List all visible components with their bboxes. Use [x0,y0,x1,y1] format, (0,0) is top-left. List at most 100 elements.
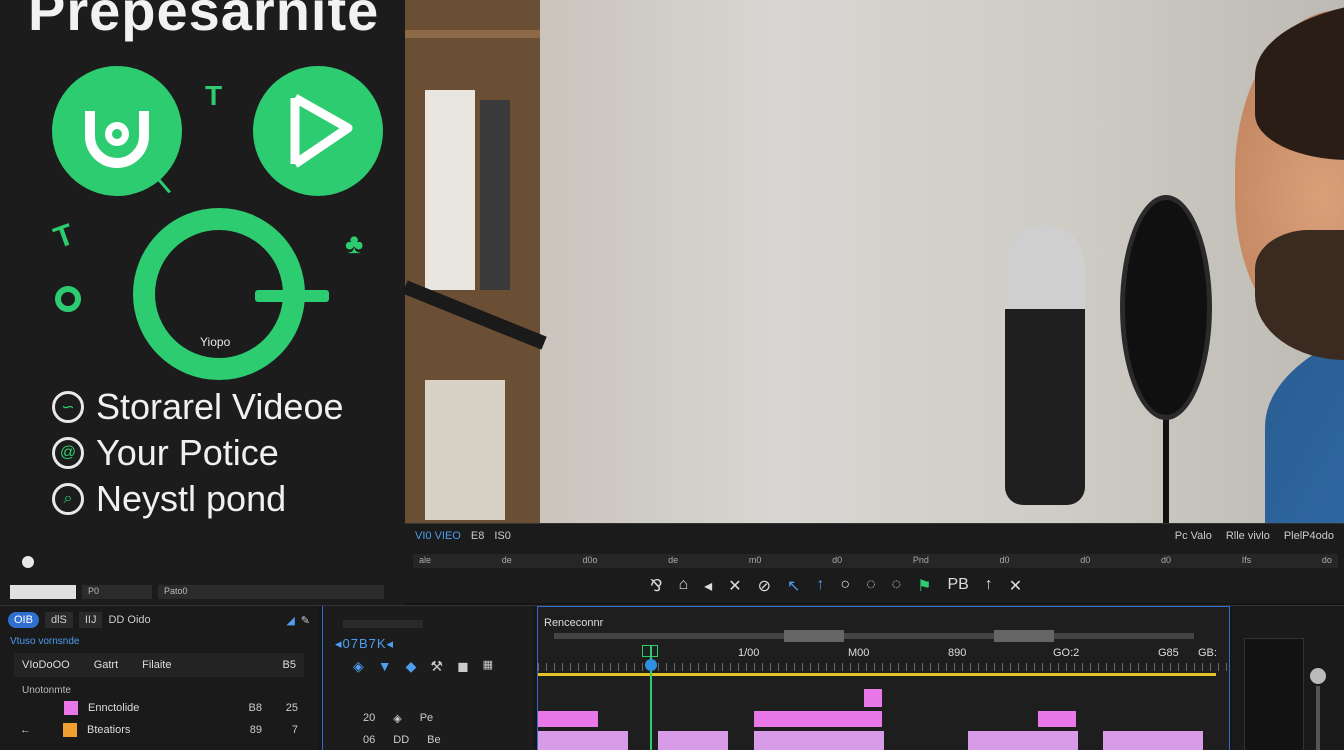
timeline-clip[interactable] [1103,731,1203,750]
clip-color-swatch [64,701,78,715]
feature-item: @ Your Potice [52,432,279,474]
tab-audio[interactable]: DD Oido [108,614,150,626]
timeline-scrollbar[interactable] [554,630,1194,642]
column-3[interactable]: Filaite [142,659,171,671]
column-name[interactable]: VIoDoOO [22,659,70,671]
playhead-dot-icon[interactable] [645,659,657,671]
arrow-up-tool-icon[interactable]: ↑ [816,576,824,596]
volume-slider[interactable] [1316,686,1320,750]
book [425,90,475,290]
tab-media[interactable]: dlS [44,612,73,628]
promo-field[interactable]: Pato0 [158,585,384,599]
ruler-label: d0 [1080,555,1091,565]
source-slider[interactable] [343,620,423,628]
wrench-icon[interactable]: ⚒ [430,658,443,675]
pen-tool-icon[interactable]: ⅋ [650,576,662,596]
book [480,100,510,290]
strip-label[interactable]: PlelP4odo [1284,530,1334,542]
home-tool-icon[interactable]: ⌂ [678,576,688,596]
project-search[interactable]: Vtuso vornsnde [10,636,308,647]
ruler-label: Ifs [1241,555,1252,565]
timeline-title: Renceconnr [544,617,604,629]
strip-label[interactable]: Pc Valo [1175,530,1212,542]
grid-icon[interactable]: ▦ [483,658,493,675]
strip-label[interactable]: VI0 VIEO [415,530,461,542]
lasso-tool-icon-2[interactable]: ◌ [892,576,902,596]
feature-label: Storarel Videoe [96,386,344,427]
marker-tool-icon[interactable]: ◂ [704,576,712,596]
column-end[interactable]: B5 [283,659,296,671]
search-icon: ⌕ [52,483,84,515]
list-item[interactable]: ← Bteatiors 89 7 [14,720,304,740]
clip-color-swatch [63,723,77,737]
track-value: Pe [419,712,434,724]
timeline-panel[interactable]: Renceconnr 1/00 M00 890 GO:2 G85 GB: [537,606,1231,750]
tab-effects[interactable]: IIJ [78,612,103,628]
back-arrow-icon[interactable]: ← [20,724,31,736]
link-tool-icon[interactable]: ⊘ [758,576,771,596]
volume-knob[interactable] [1310,668,1326,684]
audio-meter-panel [1232,606,1344,750]
flag-tool-icon[interactable]: ⚑ [917,576,931,596]
timeline-clip[interactable] [754,711,882,727]
timeline-clip[interactable] [538,711,598,727]
strip-label[interactable]: E8 [471,530,484,542]
video-preview[interactable] [405,0,1344,525]
chat-bubble-icon: ∽ [52,391,84,423]
audio-meter [1244,638,1304,750]
promo-bottom-fields: P0 Pato0 [10,585,384,599]
tool-bar: ⅋ ⌂ ◂ ✕ ⊘ ↖ ↑ ○ ◌ ◌ ⚑ PB ↑ ✕ [650,576,1022,596]
close-tool-icon[interactable]: ✕ [1009,576,1022,596]
tab-project[interactable]: OIB [8,612,39,628]
item-value: 7 [291,724,298,736]
dot-ring-icon [55,286,81,312]
timeline-clip[interactable] [1038,711,1076,727]
select-tool-icon[interactable]: ↖ [787,576,800,596]
timeline-clip[interactable] [968,731,1078,750]
club-icon: ♣ [345,228,364,259]
work-area-bar[interactable] [538,673,1216,676]
pop-filter [1120,195,1212,420]
source-timecode[interactable]: ◂07B7K◂ [335,636,394,652]
timeline-clip[interactable] [864,689,882,707]
ripple-icon[interactable]: ◆ [406,658,417,675]
timeline-tick: 890 [948,647,967,659]
lasso-tool-icon[interactable]: ◌ [866,576,876,596]
track-header-row: 06 DD Be [363,734,441,746]
item-name: Bteatiors [87,724,131,736]
list-item[interactable]: Ennctolide B8 25 [14,698,304,718]
down-arrow-icon[interactable]: ▼ [378,658,392,675]
strip-label[interactable]: Rlle vivlo [1226,530,1270,542]
feature-label: Neystl pond [96,478,287,519]
camera-icon[interactable]: ◼ [457,658,469,675]
scroll-handle[interactable] [994,630,1054,642]
strip-label[interactable]: IS0 [494,530,511,542]
lift-tool-icon[interactable]: ↑ [985,576,993,596]
timeline-clip[interactable] [658,731,728,750]
timeline-clip[interactable] [754,731,884,750]
microphone [1005,225,1085,505]
promo-field[interactable]: P0 [82,585,152,599]
item-value: B8 [248,702,262,714]
pencil-icon[interactable]: ✎ [301,614,310,627]
track-header-row: 20 ◈ Pe [363,712,433,725]
feature-item: ⌕ Neystl pond [52,478,286,520]
marker-icon[interactable]: ◈ [353,658,364,675]
track-value: 20 [363,712,376,724]
column-2[interactable]: Gatrt [94,659,118,671]
source-panel: ◂07B7K◂ ◈ ▼ ◆ ⚒ ◼ ▦ 20 ◈ Pe 06 DD Be [322,606,534,750]
editor-panels: OIB dlS IIJ DD Oido ◢ ✎ Vtuso vornsnde V… [0,605,1344,750]
at-sign-icon: @ [52,437,84,469]
timeline-ruler[interactable] [538,663,1231,671]
strip-ruler[interactable]: ale de d0o de m0 d0 Pnd d0 d0 d0 Ifs do [413,554,1338,568]
scroll-handle[interactable] [784,630,844,642]
new-bin-icon[interactable]: ◢ [286,614,294,627]
feature-item: ∽ Storarel Videoe [52,386,344,428]
promo-field[interactable] [10,585,76,599]
track-value[interactable]: DD [393,734,409,746]
circle-tool-icon[interactable]: ○ [840,576,850,596]
cut-tool-icon[interactable]: ✕ [728,576,741,596]
pb-tool-icon[interactable]: PB [947,576,968,596]
track-value[interactable]: ◈ [393,712,401,725]
timeline-clip[interactable] [538,731,628,750]
